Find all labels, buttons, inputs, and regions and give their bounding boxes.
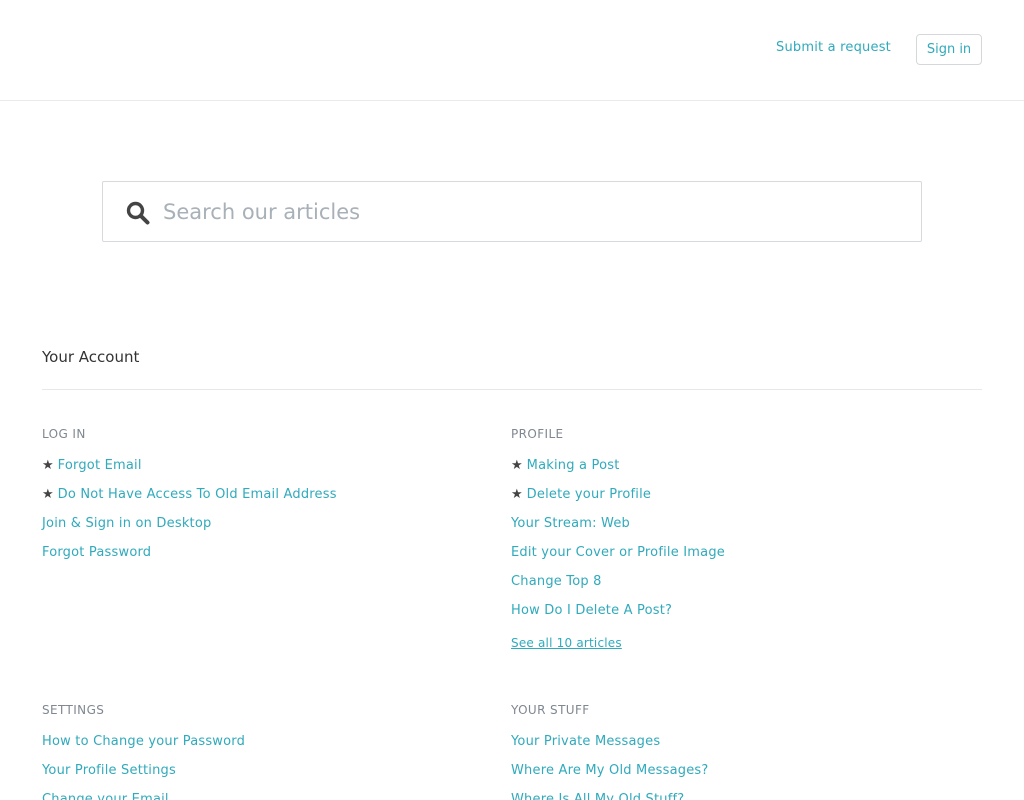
article-link[interactable]: Forgot Password	[42, 545, 151, 560]
article-link[interactable]: Do Not Have Access To Old Email Address	[58, 487, 337, 502]
article-link[interactable]: How Do I Delete A Post?	[511, 603, 672, 618]
article-link[interactable]: Making a Post	[527, 458, 620, 473]
article-item: Where Are My Old Messages?	[511, 759, 971, 788]
article-list: Your Private Messages Where Are My Old Me…	[511, 730, 971, 800]
star-icon: ★	[42, 487, 54, 502]
category-title[interactable]: Your Account	[42, 348, 139, 366]
category-divider	[42, 389, 982, 390]
article-item: Your Profile Settings	[42, 759, 502, 788]
section-log-in: Log in ★ Forgot Email ★ Do Not Have Access …	[42, 424, 502, 570]
article-link[interactable]: How to Change your Password	[42, 734, 245, 749]
article-link[interactable]: Delete your Profile	[527, 487, 651, 502]
article-link[interactable]: Your Private Messages	[511, 734, 660, 749]
article-link[interactable]: Your Profile Settings	[42, 763, 176, 778]
article-item: How to Change your Password	[42, 730, 502, 759]
article-link[interactable]: Where Are My Old Messages?	[511, 763, 708, 778]
section-title-settings[interactable]: Settings	[42, 700, 502, 720]
article-item: ★ Making a Post	[511, 454, 971, 483]
article-link[interactable]: Join & Sign in on Desktop	[42, 516, 211, 531]
submit-request-link[interactable]: Submit a request	[776, 40, 891, 55]
article-item: ★ Delete your Profile	[511, 483, 971, 512]
site-header: Submit a request Sign in	[0, 0, 1024, 101]
search-box[interactable]	[102, 181, 922, 242]
article-item: ★ Forgot Email	[42, 454, 502, 483]
search-input[interactable]	[161, 183, 901, 240]
article-link[interactable]: Change Top 8	[511, 574, 602, 589]
article-link[interactable]: Where Is All My Old Stuff?	[511, 792, 684, 800]
section-settings: Settings How to Change your Password Your…	[42, 700, 502, 800]
section-your-stuff: Your Stuff Your Private Messages Where Ar…	[511, 700, 971, 800]
search-icon	[126, 201, 150, 225]
article-list: ★ Making a Post ★ Delete your Profile Your S…	[511, 454, 971, 628]
article-link[interactable]: Forgot Email	[58, 458, 142, 473]
star-icon: ★	[42, 458, 54, 473]
sign-in-button[interactable]: Sign in	[916, 34, 982, 65]
section-title-your-stuff[interactable]: Your Stuff	[511, 700, 971, 720]
article-item: Join & Sign in on Desktop	[42, 512, 502, 541]
article-item: How Do I Delete A Post?	[511, 599, 971, 628]
article-item: Your Private Messages	[511, 730, 971, 759]
article-item: ★ Do Not Have Access To Old Email Address	[42, 483, 502, 512]
article-list: ★ Forgot Email ★ Do Not Have Access To Old …	[42, 454, 502, 570]
article-item: Your Stream: Web	[511, 512, 971, 541]
article-link[interactable]: Edit your Cover or Profile Image	[511, 545, 725, 560]
article-item: Forgot Password	[42, 541, 502, 570]
article-link[interactable]: Your Stream: Web	[511, 516, 630, 531]
article-item: Where Is All My Old Stuff?	[511, 788, 971, 800]
article-item: Change Top 8	[511, 570, 971, 599]
star-icon: ★	[511, 487, 523, 502]
see-all-articles-link[interactable]: See all 10 articles	[511, 636, 622, 650]
section-title-profile[interactable]: Profile	[511, 424, 971, 444]
section-profile: Profile ★ Making a Post ★ Delete your Profi…	[511, 424, 971, 651]
article-item: Change your Email	[42, 788, 502, 800]
article-list: How to Change your Password Your Profile …	[42, 730, 502, 800]
article-link[interactable]: Change your Email	[42, 792, 169, 800]
section-title-log-in[interactable]: Log in	[42, 424, 502, 444]
star-icon: ★	[511, 458, 523, 473]
article-item: Edit your Cover or Profile Image	[511, 541, 971, 570]
